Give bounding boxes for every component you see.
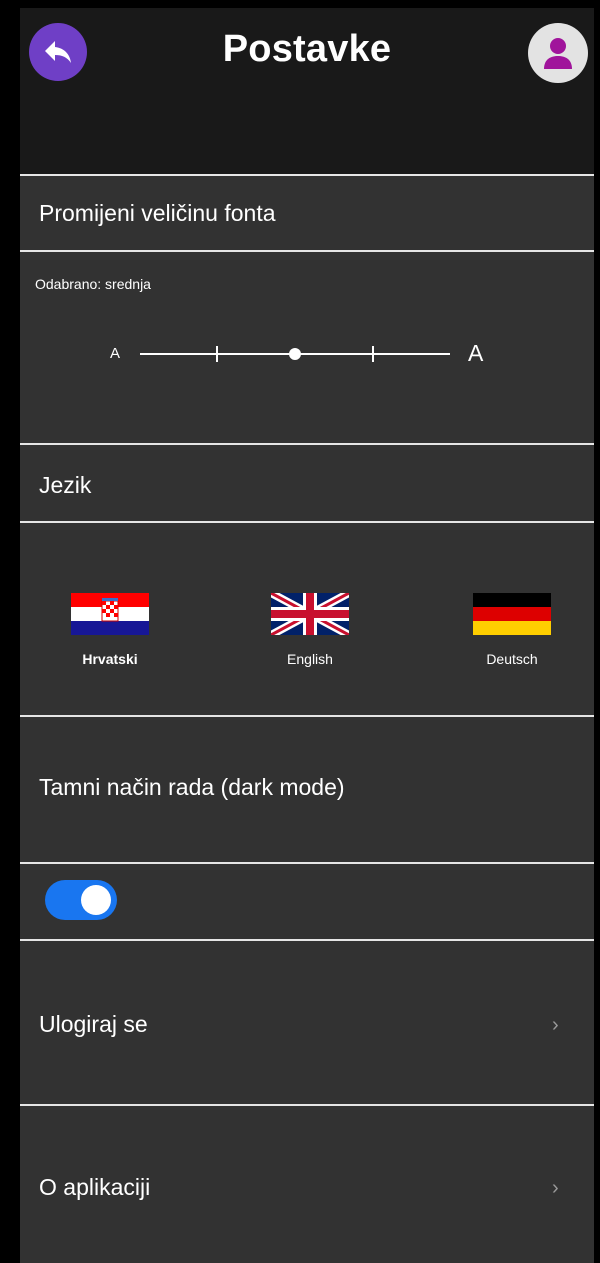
slider-tick <box>216 346 218 362</box>
chevron-right-icon: › <box>552 1177 559 1199</box>
page-title: Postavke <box>222 28 392 70</box>
divider <box>20 174 594 176</box>
language-name: English <box>287 651 333 667</box>
dark-mode-toggle[interactable] <box>45 880 117 920</box>
person-icon <box>544 38 572 69</box>
login-row[interactable]: Ulogiraj se › <box>20 941 594 1103</box>
divider <box>20 443 594 445</box>
divider <box>20 862 594 864</box>
font-size-slider[interactable]: A A <box>110 338 490 370</box>
language-option-english[interactable]: English <box>250 593 370 667</box>
divider <box>20 521 594 523</box>
language-name: Deutsch <box>486 651 538 667</box>
small-a-label: A <box>110 345 121 362</box>
login-label: Ulogiraj se <box>39 1011 148 1037</box>
font-size-selected-text: Odabrano: srednja <box>35 276 151 292</box>
dark-mode-label: Tamni način rada (dark mode) <box>39 774 345 800</box>
germany-flag-icon <box>473 593 551 635</box>
settings-screen: Postavke Promijeni veličinu fonta Odabra… <box>20 8 594 1263</box>
about-row[interactable]: O aplikaciji › <box>20 1106 594 1263</box>
divider <box>20 250 594 252</box>
slider-tick <box>372 346 374 362</box>
language-label: Jezik <box>39 472 92 498</box>
divider <box>20 715 594 717</box>
language-name: Hrvatski <box>82 651 138 667</box>
chevron-right-icon: › <box>552 1014 559 1036</box>
about-label: O aplikaciji <box>39 1174 151 1200</box>
language-option-deutsch[interactable]: Deutsch <box>452 593 572 667</box>
slider-thumb[interactable] <box>289 348 301 360</box>
croatia-flag-icon <box>71 593 149 635</box>
header: Postavke <box>20 8 594 175</box>
font-size-label: Promijeni veličinu fonta <box>39 200 276 226</box>
toggle-thumb <box>81 885 111 915</box>
profile-button[interactable] <box>528 23 588 83</box>
language-option-hrvatski[interactable]: Hrvatski <box>50 593 170 667</box>
large-a-label: A <box>468 340 484 366</box>
uk-flag-icon <box>271 593 349 635</box>
